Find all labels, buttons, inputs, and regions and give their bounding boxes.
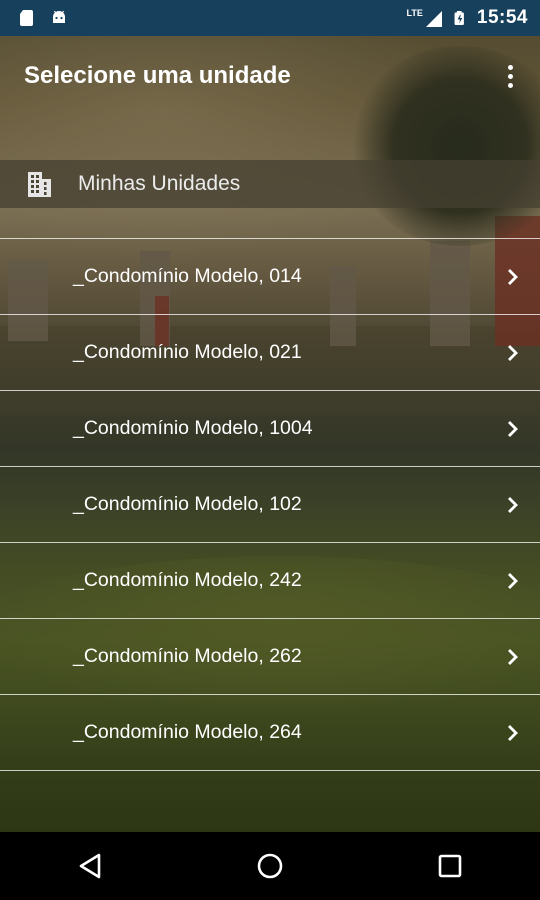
building-icon — [28, 172, 51, 197]
back-icon — [79, 853, 101, 879]
network-type-label: LTE — [406, 8, 423, 18]
unit-list: _Condomínio Modelo, 014 _Condomínio Mode… — [0, 238, 540, 771]
section-header: Minhas Unidades — [0, 160, 540, 208]
chevron-right-icon — [508, 496, 518, 513]
chevron-right-icon — [508, 648, 518, 665]
more-options-button[interactable] — [498, 60, 522, 92]
list-item[interactable]: _Condomínio Modelo, 1004 — [0, 390, 540, 466]
home-icon — [257, 853, 283, 879]
more-vert-icon — [507, 64, 513, 70]
navigation-bar — [0, 832, 540, 900]
list-item[interactable]: _Condomínio Modelo, 014 — [0, 238, 540, 314]
page-title: Selecione uma unidade — [24, 62, 291, 89]
unit-label: _Condomínio Modelo, 1004 — [73, 417, 313, 439]
signal-indicator: LTE — [407, 8, 443, 28]
chevron-right-icon — [508, 268, 518, 285]
home-button[interactable] — [250, 846, 290, 886]
unit-label: _Condomínio Modelo, 021 — [73, 341, 302, 363]
list-item[interactable]: _Condomínio Modelo, 021 — [0, 314, 540, 390]
unit-label: _Condomínio Modelo, 264 — [73, 721, 302, 743]
recents-button[interactable] — [430, 846, 470, 886]
unit-label: _Condomínio Modelo, 242 — [73, 569, 302, 591]
chevron-right-icon — [508, 572, 518, 589]
list-item[interactable]: _Condomínio Modelo, 262 — [0, 618, 540, 694]
status-bar: LTE 15:54 — [0, 0, 540, 36]
chevron-right-icon — [508, 344, 518, 361]
list-item[interactable]: _Condomínio Modelo, 242 — [0, 542, 540, 618]
chevron-right-icon — [508, 724, 518, 741]
list-item[interactable]: _Condomínio Modelo, 102 — [0, 466, 540, 542]
android-icon — [53, 10, 65, 23]
sd-card-icon — [20, 10, 33, 26]
unit-label: _Condomínio Modelo, 102 — [73, 493, 302, 515]
back-button[interactable] — [70, 846, 110, 886]
unit-label: _Condomínio Modelo, 014 — [73, 265, 302, 287]
list-item[interactable]: _Condomínio Modelo, 264 — [0, 694, 540, 771]
battery-charging-icon — [454, 11, 464, 25]
recents-icon — [438, 854, 462, 878]
clock: 15:54 — [476, 7, 528, 28]
section-title: Minhas Unidades — [78, 172, 241, 195]
app-bar: Selecione uma unidade — [0, 36, 540, 116]
unit-label: _Condomínio Modelo, 262 — [73, 645, 302, 667]
signal-icon — [425, 11, 442, 27]
chevron-right-icon — [508, 420, 518, 437]
